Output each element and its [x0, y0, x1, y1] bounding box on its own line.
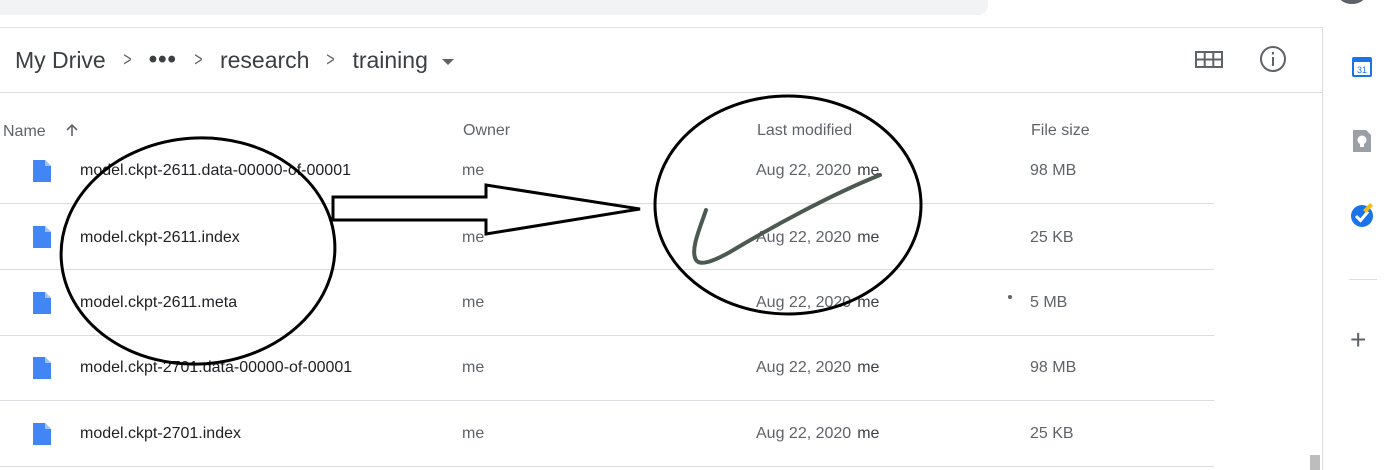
- modified-by: me: [857, 359, 880, 376]
- last-modified: Aug 22, 2020 me: [756, 162, 879, 180]
- avatar[interactable]: [1338, 0, 1366, 4]
- file-size: 98 MB: [1030, 359, 1077, 376]
- google-docs-file-icon: [33, 292, 51, 314]
- table-row[interactable]: model.ckpt-2611.meta me Aug 22, 2020 me 5…: [0, 270, 1214, 336]
- file-name[interactable]: model.ckpt-2701.index: [80, 425, 241, 443]
- owner: me: [462, 425, 485, 442]
- divider: [0, 27, 1322, 28]
- file-size: 98 MB: [1030, 162, 1077, 179]
- modified-by: me: [857, 294, 880, 311]
- table-row[interactable]: model.ckpt-2701.index me Aug 22, 2020 me …: [0, 401, 1214, 467]
- modified-date: Aug 22, 2020: [756, 229, 852, 246]
- top-bar: [0, 0, 1400, 27]
- arrow-up-icon[interactable]: [64, 122, 80, 138]
- modified-by: me: [857, 229, 880, 246]
- file-name[interactable]: model.ckpt-2611.index: [80, 229, 240, 247]
- plus-icon[interactable]: +: [1350, 326, 1366, 354]
- last-modified: Aug 22, 2020 me: [756, 229, 879, 247]
- chevron-right-icon: >: [123, 48, 132, 71]
- breadcrumb-training[interactable]: training: [352, 47, 427, 74]
- info-icon[interactable]: [1257, 43, 1289, 75]
- grid-view-icon[interactable]: [1191, 44, 1227, 74]
- table-row[interactable]: model.ckpt-2611.data-00000-of-00001 me A…: [0, 138, 1214, 204]
- google-docs-file-icon: [33, 357, 51, 379]
- search-bar[interactable]: [0, 0, 988, 15]
- google-docs-file-icon: [33, 160, 51, 182]
- last-modified: Aug 22, 2020 me: [756, 425, 879, 443]
- breadcrumb-research[interactable]: research: [220, 47, 309, 74]
- calendar-icon[interactable]: 31: [1348, 53, 1376, 81]
- owner: me: [462, 229, 485, 246]
- file-name[interactable]: model.ckpt-2611.meta: [80, 294, 237, 312]
- divider: [0, 92, 1322, 93]
- modified-date: Aug 22, 2020: [756, 359, 852, 376]
- owner: me: [462, 359, 485, 376]
- last-modified: Aug 22, 2020 me: [756, 294, 879, 312]
- table-row[interactable]: model.ckpt-2701.data-00000-of-00001 me A…: [0, 335, 1214, 401]
- keep-bulb-icon[interactable]: [1348, 127, 1376, 155]
- google-docs-file-icon: [33, 226, 51, 248]
- modified-date: Aug 22, 2020: [756, 294, 852, 311]
- breadcrumb-my-drive[interactable]: My Drive: [15, 47, 106, 74]
- table-row[interactable]: model.ckpt-2611.index me Aug 22, 2020 me …: [0, 204, 1214, 270]
- calendar-day: 31: [1357, 65, 1367, 75]
- file-size: 25 KB: [1030, 229, 1074, 246]
- owner: me: [462, 294, 485, 311]
- google-docs-file-icon: [33, 423, 51, 445]
- breadcrumb-more[interactable]: •••: [149, 46, 177, 74]
- file-name[interactable]: model.ckpt-2701.data-00000-of-00001: [80, 359, 352, 377]
- modified-date: Aug 22, 2020: [756, 162, 852, 179]
- file-size: 25 KB: [1030, 425, 1074, 442]
- modified-by: me: [857, 425, 880, 442]
- chevron-right-icon: >: [326, 48, 336, 71]
- file-name[interactable]: model.ckpt-2611.data-00000-of-00001: [80, 162, 351, 180]
- caret-down-icon[interactable]: [441, 59, 454, 65]
- tasks-check-icon[interactable]: [1348, 202, 1376, 230]
- side-panel-divider: [1322, 27, 1323, 470]
- owner: me: [462, 162, 485, 179]
- side-panel-separator: [1349, 279, 1377, 280]
- modified-by: me: [857, 162, 880, 179]
- modified-date: Aug 22, 2020: [756, 425, 852, 442]
- last-modified: Aug 22, 2020 me: [756, 359, 879, 377]
- file-size: 5 MB: [1030, 294, 1068, 311]
- breadcrumb: My Drive > ••• > research > training: [15, 42, 454, 78]
- chevron-right-icon: >: [194, 48, 203, 71]
- scrollbar[interactable]: [1310, 455, 1320, 470]
